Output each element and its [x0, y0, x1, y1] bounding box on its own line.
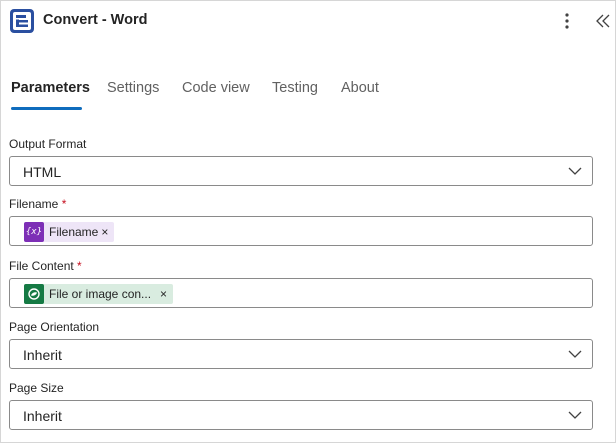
- file-content-token-remove-button[interactable]: ×: [154, 287, 173, 301]
- file-content-label: File Content *: [9, 259, 82, 273]
- page-orientation-label: Page Orientation: [9, 320, 100, 334]
- page-orientation-dropdown[interactable]: Inherit: [9, 339, 593, 369]
- chevron-down-icon: [568, 350, 582, 358]
- file-content-token-label: File or image con...: [49, 287, 152, 301]
- page-size-value: Inherit: [23, 408, 62, 424]
- collapse-panel-button[interactable]: [594, 11, 612, 31]
- required-asterisk: *: [61, 197, 67, 211]
- dataverse-icon: [24, 284, 44, 304]
- app-logo-icon: [10, 9, 34, 33]
- tab-bar: Parameters Settings Code view Testing Ab…: [0, 70, 616, 110]
- panel-title: Convert - Word: [43, 12, 148, 28]
- output-format-value: HTML: [23, 164, 62, 180]
- output-format-dropdown[interactable]: HTML: [9, 156, 593, 186]
- more-options-button[interactable]: [558, 10, 576, 32]
- output-format-label: Output Format: [9, 137, 87, 151]
- tab-settings[interactable]: Settings: [107, 80, 159, 96]
- file-content-field[interactable]: File or image con... ×: [9, 278, 593, 308]
- required-asterisk: *: [77, 259, 82, 273]
- panel-header: Convert - Word: [0, 0, 616, 44]
- more-vertical-icon: [565, 13, 569, 29]
- tab-parameters[interactable]: Parameters: [11, 80, 90, 96]
- chevron-down-icon: [568, 167, 582, 175]
- variable-icon: {x}: [24, 222, 44, 242]
- tab-testing[interactable]: Testing: [272, 80, 318, 96]
- tab-about[interactable]: About: [341, 80, 379, 96]
- filename-token[interactable]: {x} Filename ×: [24, 222, 115, 242]
- page-orientation-value: Inherit: [23, 347, 62, 363]
- filename-label: Filename *: [9, 197, 67, 211]
- filename-token-remove-button[interactable]: ×: [101, 225, 114, 239]
- page-size-dropdown[interactable]: Inherit: [9, 400, 593, 430]
- page-size-label: Page Size: [9, 381, 64, 395]
- filename-token-label: Filename: [49, 225, 99, 239]
- file-content-token[interactable]: File or image con... ×: [24, 284, 174, 304]
- chevron-down-icon: [568, 411, 582, 419]
- double-chevron-left-icon: [596, 14, 610, 28]
- filename-field[interactable]: {x} Filename ×: [9, 216, 593, 246]
- active-tab-indicator: [11, 107, 82, 110]
- tab-code-view[interactable]: Code view: [182, 80, 250, 96]
